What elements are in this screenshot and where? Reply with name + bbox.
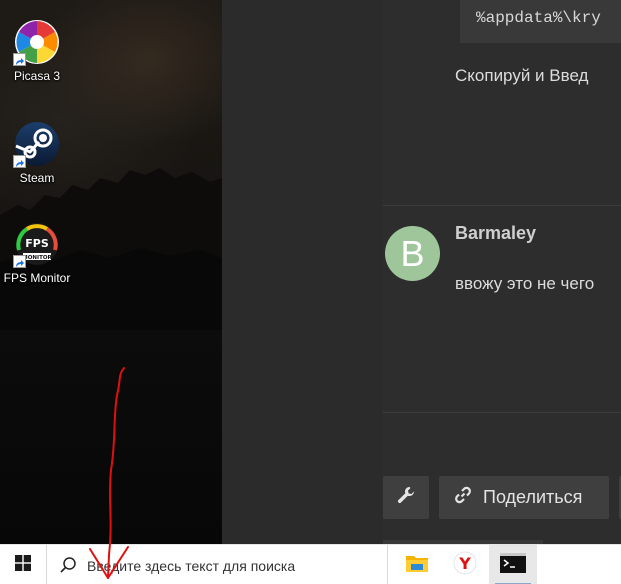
windows-logo-icon bbox=[15, 554, 31, 576]
post-divider bbox=[383, 205, 621, 206]
forum-page: %appdata%\kry Скопируй и Введ B Barmaley… bbox=[222, 0, 621, 544]
post-text: ввожу это не чего bbox=[455, 274, 595, 293]
start-button[interactable] bbox=[0, 545, 46, 584]
desktop-icon-label: Steam bbox=[19, 171, 55, 185]
steam-icon bbox=[13, 120, 61, 168]
svg-text:FPS: FPS bbox=[25, 237, 49, 250]
desktop-icon-picasa[interactable]: Picasa 3 bbox=[0, 18, 74, 83]
desktop-icon-steam[interactable]: Steam bbox=[0, 120, 74, 185]
taskbar-app-file-explorer[interactable] bbox=[393, 545, 441, 584]
link-icon bbox=[453, 485, 473, 510]
post-divider bbox=[383, 412, 621, 413]
instruction-text: Скопируй и Введ bbox=[455, 66, 589, 85]
desktop-icon-label: FPS Monitor bbox=[3, 271, 71, 285]
wrench-icon bbox=[396, 485, 416, 510]
avatar[interactable]: B bbox=[385, 226, 440, 281]
post-author[interactable]: Barmaley bbox=[455, 223, 536, 244]
desktop-wallpaper: Picasa 3 Steam FPS MONITOR FPS Monitor bbox=[0, 0, 222, 544]
yandex-browser-icon: Y bbox=[453, 551, 477, 580]
fps-monitor-icon: FPS MONITOR bbox=[13, 220, 61, 268]
share-button-label: Поделиться bbox=[483, 487, 583, 507]
file-explorer-icon bbox=[405, 552, 429, 579]
svg-text:MONITOR: MONITOR bbox=[22, 255, 52, 261]
taskbar-search-input[interactable]: Введите здесь текст для поиска bbox=[46, 545, 388, 584]
share-button[interactable]: Поделиться bbox=[439, 476, 609, 519]
page-left-gutter bbox=[222, 0, 382, 544]
search-placeholder: Введите здесь текст для поиска bbox=[87, 558, 296, 574]
desktop-icon-label: Picasa 3 bbox=[13, 69, 61, 83]
desktop-icon-fps-monitor[interactable]: FPS MONITOR FPS Monitor bbox=[0, 220, 74, 285]
taskbar: Введите здесь текст для поиска Y bbox=[0, 544, 621, 584]
search-icon bbox=[59, 556, 77, 579]
shortcut-arrow-icon bbox=[13, 255, 26, 268]
taskbar-app-command-prompt[interactable] bbox=[489, 545, 537, 584]
code-block: %appdata%\kry bbox=[460, 0, 621, 43]
svg-text:Y: Y bbox=[458, 554, 471, 573]
shortcut-arrow-icon bbox=[13, 155, 26, 168]
taskbar-app-yandex-browser[interactable]: Y bbox=[441, 545, 489, 584]
command-prompt-icon bbox=[500, 552, 526, 578]
shortcut-arrow-icon bbox=[13, 53, 26, 66]
tools-button[interactable] bbox=[383, 476, 429, 519]
picasa-icon bbox=[13, 18, 61, 66]
